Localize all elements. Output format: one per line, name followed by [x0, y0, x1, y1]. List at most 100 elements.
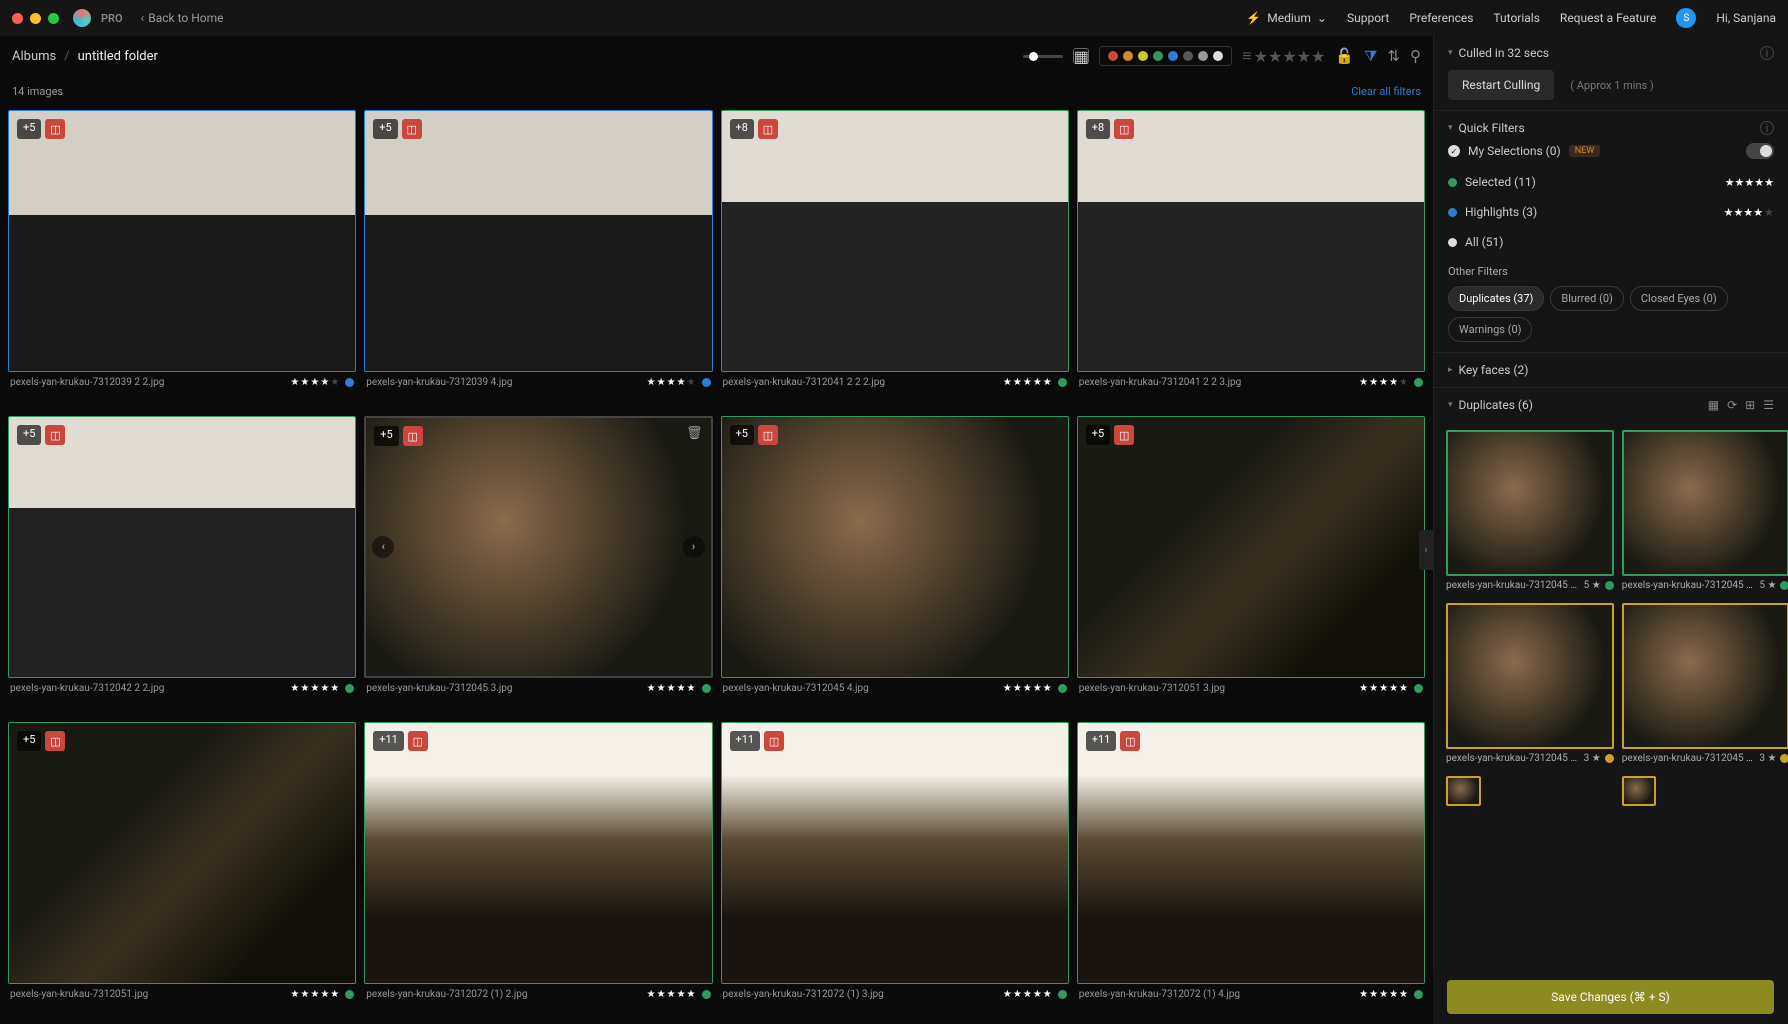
- color-dot[interactable]: [1213, 51, 1223, 61]
- save-changes-button[interactable]: Save Changes (⌘ + S): [1447, 980, 1774, 1014]
- filter-highlights[interactable]: Highlights (3) ★★★★★: [1448, 197, 1774, 227]
- window-controls[interactable]: [12, 13, 59, 24]
- duplicates-header[interactable]: ▾Duplicates (6) ▦ ⟳ ⊞ ☰: [1448, 398, 1774, 412]
- color-label-dot[interactable]: [1058, 378, 1067, 387]
- image-card[interactable]: +5◫pexels-yan-krukau-7312042 2 2.jpg★★★★…: [8, 416, 356, 714]
- expand-sidebar-handle[interactable]: ›: [1419, 530, 1433, 570]
- filter-chip[interactable]: Warnings (0): [1448, 317, 1532, 342]
- filter-selected[interactable]: Selected (11) ★★★★★: [1448, 167, 1774, 197]
- star-rating[interactable]: ★★★★★: [647, 989, 696, 1000]
- lock-icon[interactable]: 🔓: [1335, 47, 1354, 65]
- user-greeting[interactable]: Hi, Sanjana: [1716, 11, 1776, 25]
- clear-filters[interactable]: Clear all filters: [1351, 85, 1421, 98]
- group-icon[interactable]: ◫: [402, 119, 422, 139]
- color-dot[interactable]: [1108, 51, 1118, 61]
- image-card[interactable]: +11◫pexels-yan-krukau-7312072 (1) 2.jpg★…: [364, 722, 712, 1020]
- star-rating[interactable]: ★★★★★: [1003, 989, 1052, 1000]
- view-grid-icon[interactable]: ▦: [1708, 398, 1719, 412]
- group-icon[interactable]: ◫: [758, 119, 778, 139]
- color-dot[interactable]: [1168, 51, 1178, 61]
- restart-culling-button[interactable]: Restart Culling: [1448, 70, 1554, 100]
- star-rating[interactable]: ★★★★★: [1359, 377, 1408, 388]
- image-card[interactable]: +5◫pexels-yan-krukau-7312039 4.jpg★★★★★: [364, 110, 712, 408]
- color-dot[interactable]: [1183, 51, 1193, 61]
- star-rating[interactable]: ★★★★★: [290, 683, 339, 694]
- group-icon[interactable]: ◫: [408, 731, 428, 751]
- color-dot[interactable]: [1123, 51, 1133, 61]
- image-card[interactable]: +5◫pexels-yan-krukau-7312051.jpg★★★★★: [8, 722, 356, 1020]
- avatar[interactable]: S: [1676, 8, 1696, 28]
- color-label-dot[interactable]: [1058, 684, 1067, 693]
- group-icon[interactable]: ◫: [1120, 731, 1140, 751]
- sort-icon[interactable]: ⇅: [1387, 47, 1400, 65]
- duplicate-card[interactable]: pexels-yan-krukau-7312045 3.j…5 ★: [1446, 430, 1614, 595]
- nav-support[interactable]: Support: [1347, 11, 1389, 25]
- group-icon[interactable]: ◫: [764, 731, 784, 751]
- star-rating[interactable]: ★★★★★: [1359, 989, 1408, 1000]
- duplicate-card[interactable]: pexels-yan-krukau-7312045 2 …3 ★: [1622, 603, 1788, 768]
- group-icon[interactable]: ◫: [45, 119, 65, 139]
- image-card[interactable]: +5◫pexels-yan-krukau-7312045 4.jpg★★★★★: [721, 416, 1069, 714]
- color-label-dot[interactable]: [702, 684, 711, 693]
- image-card[interactable]: +8◫pexels-yan-krukau-7312041 2 2 2.jpg★★…: [721, 110, 1069, 408]
- image-card[interactable]: +5◫pexels-yan-krukau-7312039 2 2.jpg★★★★…: [8, 110, 356, 408]
- star-rating[interactable]: ★★★★★: [647, 683, 696, 694]
- color-label-dot[interactable]: [702, 378, 711, 387]
- breadcrumb-root[interactable]: Albums: [12, 49, 56, 64]
- next-arrow[interactable]: ›: [683, 536, 705, 558]
- trash-icon[interactable]: 🗑: [686, 426, 703, 441]
- star-rating[interactable]: ★★★★★: [290, 377, 339, 388]
- culled-panel-header[interactable]: ▾Culled in 32 secsi: [1448, 46, 1774, 60]
- info-icon[interactable]: i: [1760, 46, 1774, 60]
- color-dot[interactable]: [1153, 51, 1163, 61]
- color-label-dot[interactable]: [345, 378, 354, 387]
- back-to-home[interactable]: ‹Back to Home: [141, 11, 224, 25]
- thumb-size-slider[interactable]: [1023, 55, 1063, 58]
- color-label-dot[interactable]: [345, 990, 354, 999]
- duplicate-card[interactable]: pexels-yan-krukau-7312045 2 …3 ★: [1446, 603, 1614, 768]
- filter-chip[interactable]: Duplicates (37): [1448, 286, 1544, 311]
- group-icon[interactable]: ◫: [45, 731, 65, 751]
- image-card[interactable]: +8◫pexels-yan-krukau-7312041 2 2 3.jpg★★…: [1077, 110, 1425, 408]
- group-icon[interactable]: ◫: [1114, 119, 1134, 139]
- group-icon[interactable]: ◫: [758, 425, 778, 445]
- image-card[interactable]: +5◫‹›🗑pexels-yan-krukau-7312045 3.jpg★★★…: [364, 416, 712, 714]
- key-faces-header[interactable]: ▸Key faces (2): [1448, 363, 1774, 377]
- color-label-filter[interactable]: [1099, 46, 1232, 66]
- filter-my-selections[interactable]: ✓ My Selections (0) NEW: [1448, 135, 1774, 167]
- speed-selector[interactable]: ⚡Medium⌄: [1246, 11, 1327, 25]
- filter-icon[interactable]: ⧩: [1364, 47, 1377, 65]
- nav-preferences[interactable]: Preferences: [1409, 11, 1473, 25]
- group-icon[interactable]: ◫: [1114, 425, 1134, 445]
- star-filter[interactable]: ≡ ★★★★★: [1242, 46, 1325, 66]
- refresh-icon[interactable]: ⟳: [1727, 398, 1737, 412]
- nav-tutorials[interactable]: Tutorials: [1493, 11, 1540, 25]
- color-label-dot[interactable]: [345, 684, 354, 693]
- star-rating[interactable]: ★★★★★: [1359, 683, 1408, 694]
- my-selections-toggle[interactable]: [1746, 143, 1774, 159]
- color-label-dot[interactable]: [1414, 990, 1423, 999]
- color-label-dot[interactable]: [1414, 378, 1423, 387]
- group-icon[interactable]: ◫: [45, 425, 65, 445]
- star-rating[interactable]: ★★★★★: [1003, 377, 1052, 388]
- image-card[interactable]: +11◫pexels-yan-krukau-7312072 (1) 3.jpg★…: [721, 722, 1069, 1020]
- color-dot[interactable]: [1198, 51, 1208, 61]
- star-rating[interactable]: ★★★★★: [290, 989, 339, 1000]
- filter-chip[interactable]: Closed Eyes (0): [1630, 286, 1728, 311]
- prev-arrow[interactable]: ‹: [372, 536, 394, 558]
- color-label-dot[interactable]: [702, 990, 711, 999]
- image-card[interactable]: +5◫pexels-yan-krukau-7312051 3.jpg★★★★★: [1077, 416, 1425, 714]
- image-card[interactable]: +11◫pexels-yan-krukau-7312072 (1) 4.jpg★…: [1077, 722, 1425, 1020]
- color-label-dot[interactable]: [1414, 684, 1423, 693]
- grid-view-icon[interactable]: ▦: [1073, 48, 1089, 64]
- color-dot[interactable]: [1138, 51, 1148, 61]
- star-rating[interactable]: ★★★★★: [647, 377, 696, 388]
- view-small-grid-icon[interactable]: ⊞: [1745, 398, 1755, 412]
- quick-filters-header[interactable]: ▾Quick Filtersi: [1448, 121, 1774, 135]
- duplicate-card[interactable]: pexels-yan-krukau-7312045 4.j…5 ★: [1622, 430, 1788, 595]
- color-label-dot[interactable]: [1058, 990, 1067, 999]
- group-icon[interactable]: ◫: [403, 426, 423, 446]
- filter-chip[interactable]: Blurred (0): [1550, 286, 1624, 311]
- nav-request-feature[interactable]: Request a Feature: [1560, 11, 1656, 25]
- filter-all[interactable]: All (51): [1448, 227, 1774, 257]
